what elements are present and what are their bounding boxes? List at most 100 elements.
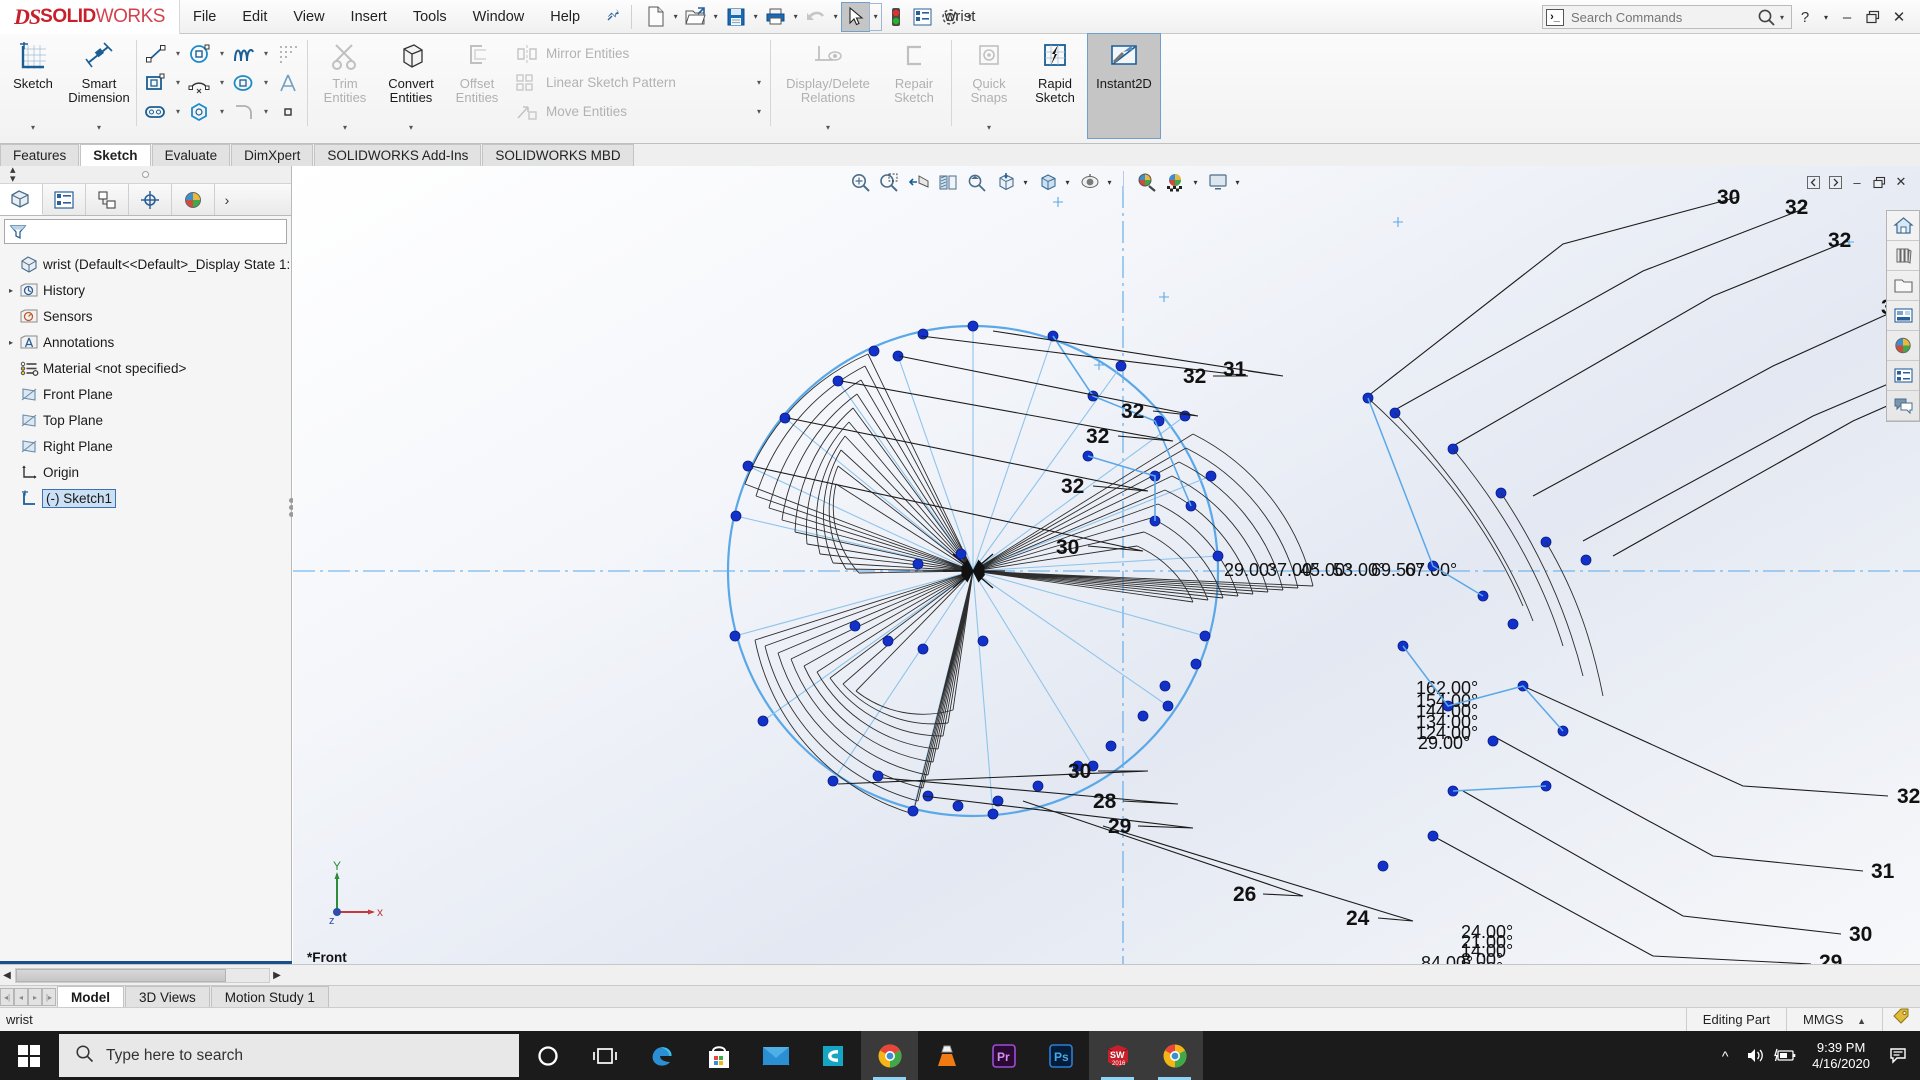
polygon-caret-icon[interactable]: ▾: [215, 98, 229, 125]
tree-item-annotations[interactable]: ▸ Annotations: [0, 329, 291, 355]
tree-item-history[interactable]: ▸ History: [0, 277, 291, 303]
apply-scene-caret-icon[interactable]: ▾: [1189, 168, 1202, 196]
last-sheet-icon[interactable]: |▸: [42, 988, 56, 1006]
slot-caret-icon[interactable]: ▾: [171, 98, 185, 125]
taskbar-search-box[interactable]: Type here to search: [59, 1034, 519, 1077]
sketch-dropdown-caret-icon[interactable]: ▾: [31, 123, 35, 132]
scroll-left-icon[interactable]: ◀: [0, 970, 14, 981]
open-folder-icon[interactable]: [682, 3, 709, 31]
search-caret-icon[interactable]: ▾: [1776, 13, 1788, 22]
search-commands-box[interactable]: ›_ ▾: [1542, 5, 1792, 29]
scroll-right-icon[interactable]: ▶: [270, 970, 284, 981]
offset-entities-button[interactable]: Offset Entities: [444, 34, 510, 138]
new-document-caret-icon[interactable]: ▾: [669, 3, 682, 31]
restore-view-icon[interactable]: [1868, 169, 1890, 195]
trim-entities-button[interactable]: Trim Entities ▾: [312, 34, 378, 138]
volume-icon[interactable]: [1740, 1031, 1770, 1080]
display-manager-tab[interactable]: [172, 184, 215, 215]
property-manager-tab[interactable]: [43, 184, 86, 215]
smart-dimension-button[interactable]: Smart Dimension ▾: [66, 34, 132, 138]
prev-pane-icon[interactable]: [1802, 169, 1824, 195]
scrollbar-thumb[interactable]: [16, 968, 226, 982]
tag-icon[interactable]: [1882, 1007, 1920, 1032]
windows-start-icon[interactable]: [0, 1031, 57, 1080]
quick-snaps-button[interactable]: Quick Snaps ▾: [956, 34, 1022, 138]
battery-charging-icon[interactable]: [1770, 1031, 1800, 1080]
display-delete-relations-caret-icon[interactable]: ▾: [826, 123, 830, 132]
clock[interactable]: 9:39 PM 4/16/2020: [1800, 1040, 1882, 1072]
graphics-viewport[interactable]: 162.00° 154.00° 144.00° 134.00° 124.00° …: [293, 166, 1920, 964]
menu-view[interactable]: View: [280, 0, 337, 34]
next-sheet-icon[interactable]: ▸: [28, 988, 42, 1006]
help-icon[interactable]: ?: [1792, 2, 1818, 32]
convert-entities-caret-icon[interactable]: ▾: [409, 123, 413, 132]
move-entities-caret-icon[interactable]: ▾: [752, 98, 766, 125]
prev-sheet-icon[interactable]: ◂: [14, 988, 28, 1006]
feature-manager-tab[interactable]: [0, 184, 43, 215]
tab-solidworks-add-ins[interactable]: SOLIDWORKS Add-Ins: [314, 144, 482, 166]
vlc-media-player-icon[interactable]: [918, 1031, 975, 1080]
dimxpert-manager-tab[interactable]: [129, 184, 172, 215]
sketch-button[interactable]: Sketch ▾: [0, 34, 66, 138]
rebuild-traffic-light-icon[interactable]: [882, 3, 909, 31]
corner-rectangle-caret-icon[interactable]: ▾: [171, 69, 185, 96]
first-sheet-icon[interactable]: ◂|: [0, 988, 14, 1006]
menu-help[interactable]: Help: [537, 0, 593, 34]
tree-item-origin[interactable]: Origin: [0, 459, 291, 485]
status-units[interactable]: MMGS ▲: [1786, 1007, 1882, 1032]
adobe-photoshop-icon[interactable]: Ps: [1032, 1031, 1089, 1080]
tab-motion-study-1[interactable]: Motion Study 1: [210, 986, 329, 1007]
quick-snaps-caret-icon[interactable]: ▾: [987, 123, 991, 132]
view-orientation-caret-icon[interactable]: ▾: [1231, 168, 1244, 196]
expand-arrow-icon[interactable]: ▸: [4, 338, 18, 347]
design-library-icon[interactable]: [1887, 241, 1919, 271]
zoom-to-area-icon[interactable]: [876, 168, 903, 196]
rectangle-caret-icon[interactable]: ▾: [215, 40, 229, 67]
menu-file[interactable]: File: [180, 0, 229, 34]
minimize-view-icon[interactable]: –: [1846, 169, 1868, 195]
search-icon[interactable]: [1757, 8, 1776, 27]
tab-sketch[interactable]: Sketch: [80, 144, 151, 166]
undo-caret-icon[interactable]: ▾: [829, 3, 842, 31]
next-pane-icon[interactable]: [1824, 169, 1846, 195]
repair-sketch-button[interactable]: Repair Sketch: [881, 34, 947, 138]
task-view-icon[interactable]: [576, 1031, 633, 1080]
search-input[interactable]: [1564, 9, 1757, 25]
point-icon[interactable]: [273, 98, 303, 125]
tab-features[interactable]: Features: [0, 144, 80, 166]
tree-item-part-root[interactable]: wrist (Default<<Default>_Display State 1…: [0, 251, 291, 277]
solidworks-forum-icon[interactable]: [1887, 391, 1919, 421]
tree-item-sketch1[interactable]: (-) Sketch1: [0, 485, 291, 511]
restore-window-icon[interactable]: [1860, 2, 1886, 32]
polygon-icon[interactable]: [185, 98, 215, 125]
edit-appearance-icon[interactable]: [1133, 168, 1160, 196]
help-caret-icon[interactable]: ▾: [1818, 2, 1834, 32]
fillet-caret-icon[interactable]: ▾: [259, 98, 273, 125]
tree-item-top-plane[interactable]: Top Plane: [0, 407, 291, 433]
undo-icon[interactable]: [802, 3, 829, 31]
section-view-icon[interactable]: [934, 168, 961, 196]
close-window-icon[interactable]: ✕: [1886, 2, 1912, 32]
display-style-icon[interactable]: [992, 168, 1019, 196]
ellipse-icon[interactable]: [229, 69, 259, 96]
display-style-caret-icon[interactable]: ▾: [1019, 168, 1032, 196]
tree-item-front-plane[interactable]: Front Plane: [0, 381, 291, 407]
google-chrome-icon[interactable]: [861, 1031, 918, 1080]
linear-sketch-pattern-caret-icon[interactable]: ▾: [752, 69, 766, 96]
corner-rectangle-icon[interactable]: [141, 69, 171, 96]
microsoft-store-icon[interactable]: [690, 1031, 747, 1080]
solidworks-2016-icon[interactable]: SW 2016: [1089, 1031, 1146, 1080]
units-caret-icon[interactable]: ▲: [1857, 1016, 1866, 1026]
new-document-icon[interactable]: [642, 3, 669, 31]
apply-scene-icon[interactable]: [1162, 168, 1189, 196]
instant2d-button[interactable]: Instant2D: [1087, 33, 1161, 139]
horizontal-scrollbar[interactable]: [15, 967, 270, 983]
tree-item-right-plane[interactable]: Right Plane: [0, 433, 291, 459]
menu-insert[interactable]: Insert: [338, 0, 400, 34]
chevron-right-icon[interactable]: ›: [215, 184, 239, 215]
hide-show-items-icon[interactable]: [1034, 168, 1061, 196]
rapid-sketch-button[interactable]: Rapid Sketch: [1022, 34, 1088, 138]
view-palette-icon[interactable]: [1887, 301, 1919, 331]
minimize-window-icon[interactable]: –: [1834, 2, 1860, 32]
line-icon[interactable]: [141, 40, 171, 67]
